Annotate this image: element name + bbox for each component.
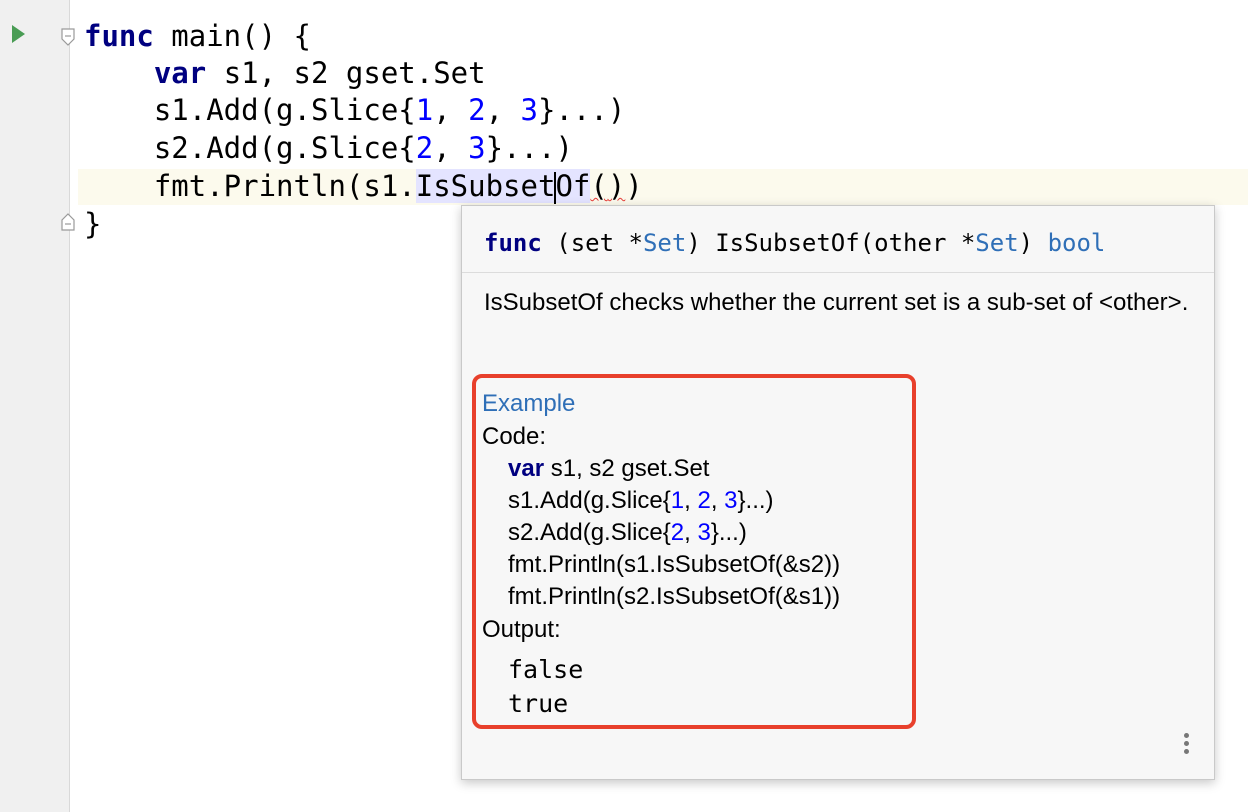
code-line-1[interactable]: func main() { (84, 17, 311, 55)
more-options-icon[interactable] (1176, 730, 1196, 762)
example-code-line-2: s1.Add(g.Slice{1, 2, 3}...) (508, 487, 774, 514)
example-output-label: Output: (482, 616, 561, 643)
type-link-bool[interactable]: bool (1048, 229, 1106, 257)
function-signature: func (set *Set) IsSubsetOf(other *Set) b… (462, 206, 1214, 273)
error-underline: () (590, 169, 626, 203)
quick-documentation-popup[interactable]: func (set *Set) IsSubsetOf(other *Set) b… (461, 205, 1215, 780)
code-line-6[interactable]: } (84, 205, 101, 243)
run-arrow-icon[interactable] (12, 25, 25, 43)
code-line-3[interactable]: s1.Add(g.Slice{1, 2, 3}...) (84, 91, 625, 129)
identifier-highlight: IsSubsetOf (415, 169, 591, 204)
example-title-link[interactable]: Example (482, 390, 575, 418)
fold-end-marker-icon[interactable] (60, 212, 76, 232)
type-link-set[interactable]: Set (643, 229, 686, 257)
code-line-4[interactable]: s2.Add(g.Slice{2, 3}...) (84, 129, 573, 167)
example-code-line-4: fmt.Println(s1.IsSubsetOf(&s2)) (508, 551, 841, 578)
example-output-line-1: false (508, 655, 584, 684)
example-code-label: Code: (482, 423, 547, 450)
example-code-line-5: fmt.Println(s2.IsSubsetOf(&s1)) (508, 583, 841, 610)
fold-marker-icon[interactable] (60, 27, 76, 47)
editor-gutter (0, 0, 70, 812)
example-code-line-3: s2.Add(g.Slice{2, 3}...) (508, 519, 747, 546)
type-link-set-param[interactable]: Set (975, 229, 1018, 257)
code-line-5[interactable]: fmt.Println(s1.IsSubsetOf()) (84, 167, 643, 205)
code-line-2[interactable]: var s1, s2 gset.Set (84, 54, 486, 92)
doc-description: IsSubsetOf checks whether the current se… (484, 289, 1189, 316)
example-output-line-2: true (508, 689, 569, 718)
example-code-line-1: var s1, s2 gset.Set (508, 455, 710, 482)
